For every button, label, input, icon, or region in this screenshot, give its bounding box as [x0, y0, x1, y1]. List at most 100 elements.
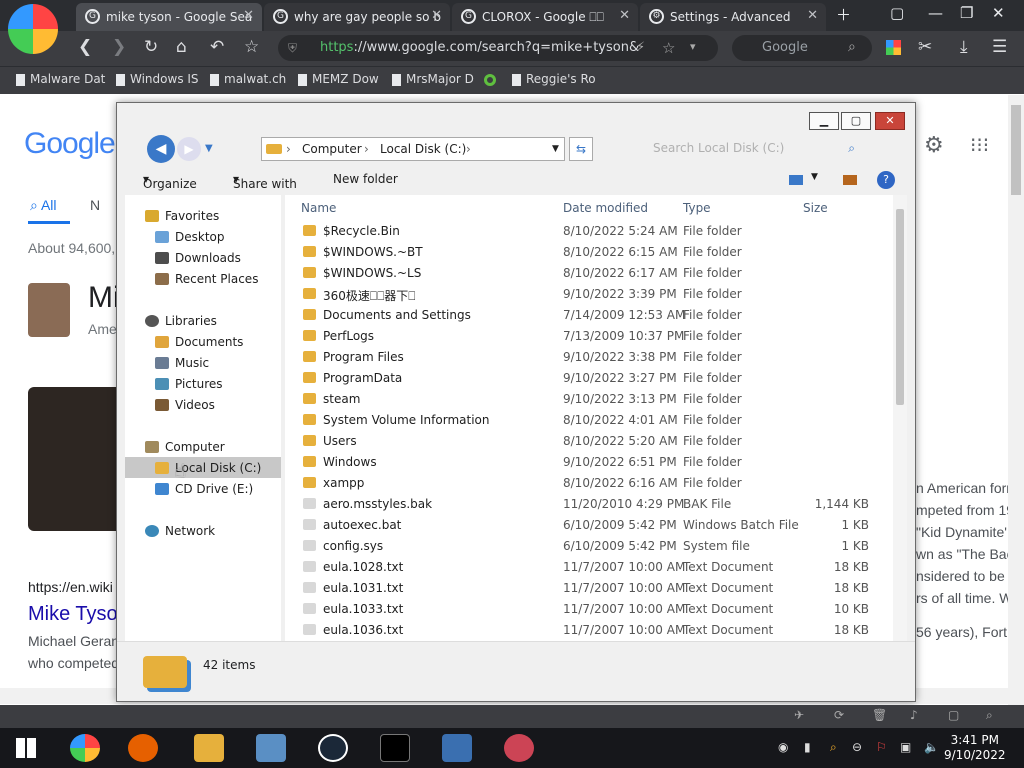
scroll-thumb[interactable]	[1011, 105, 1021, 195]
file-row[interactable]: System Volume Information 8/10/2022 4:01 …	[285, 410, 885, 431]
forward-icon[interactable]: ❯	[112, 37, 126, 57]
undo-icon[interactable]: ↶	[210, 37, 224, 57]
address-dropdown-icon[interactable]: ▼	[552, 138, 559, 160]
file-row[interactable]: 360极速⎕⎕器下⎕ 9/10/2022 3:39 PM File folder	[285, 284, 885, 305]
nav-cd-drive[interactable]: CD Drive (E:)	[155, 482, 253, 496]
nav-desktop[interactable]: Desktop	[155, 230, 225, 244]
file-row[interactable]: xampp 8/10/2022 6:16 AM File folder	[285, 473, 885, 494]
view-dropdown-icon[interactable]: ▼	[811, 172, 818, 182]
result-link[interactable]: Mike Tyso	[28, 603, 118, 626]
minimize-button[interactable]: ▁	[809, 112, 839, 130]
flight-icon[interactable]: ✈	[794, 708, 804, 722]
file-row[interactable]: ProgramData 9/10/2022 3:27 PM File folder	[285, 368, 885, 389]
tray-window-icon[interactable]: ▮	[804, 740, 811, 754]
refresh-icon[interactable]: ⇆	[569, 137, 593, 161]
address-breadcrumb[interactable]: › Computer › Local Disk (C:) › ▼	[261, 137, 565, 161]
share-with-menu[interactable]: Share with ▾	[233, 172, 297, 191]
dropdown-chevron-icon[interactable]: ▾	[690, 40, 696, 53]
close-button[interactable]: ✕	[875, 112, 905, 130]
window-icon[interactable]: ▢	[948, 708, 959, 722]
search-input[interactable]: Search Local Disk (C:) ⌕	[645, 137, 885, 161]
close-tab-icon[interactable]: ✕	[243, 8, 254, 23]
search-icon[interactable]: ⌕	[848, 137, 855, 159]
bookmark-item[interactable]: Malware Dat	[16, 72, 105, 86]
file-row[interactable]: PerfLogs 7/13/2009 10:37 PM File folder	[285, 326, 885, 347]
breadcrumb-local-disk[interactable]: Local Disk (C:)	[380, 138, 466, 160]
monitor-app-icon[interactable]	[256, 734, 286, 762]
tray-minus-icon[interactable]: ⊖	[852, 740, 862, 754]
back-icon[interactable]: ❮	[78, 37, 92, 57]
bookmark-circle-icon[interactable]	[484, 74, 496, 86]
nav-network[interactable]: Network	[145, 524, 215, 538]
file-row[interactable]: $WINDOWS.~LS 8/10/2022 6:17 AM File folder	[285, 263, 885, 284]
file-explorer-icon[interactable]	[194, 734, 224, 762]
preview-pane-icon[interactable]	[843, 175, 857, 185]
bookmark-item[interactable]: Windows IS	[116, 72, 199, 86]
minimize-icon[interactable]: —	[928, 4, 943, 22]
avatar[interactable]	[28, 283, 70, 337]
notepad-icon[interactable]	[442, 734, 472, 762]
file-row[interactable]: eula.1036.txt 11/7/2007 10:00 AM Text Docu…	[285, 620, 885, 641]
bookmark-item[interactable]: malwat.ch	[210, 72, 286, 86]
back-arrow-icon[interactable]: ◀	[147, 135, 175, 163]
tab-why[interactable]: Gwhy are gay people so b ✕	[264, 3, 450, 31]
cut-icon[interactable]: ✂	[918, 37, 932, 57]
shield-icon[interactable]: ⛨	[288, 41, 297, 56]
column-name[interactable]: Name	[301, 201, 336, 215]
google-logo[interactable]: Google	[24, 127, 116, 161]
file-row[interactable]: Windows 9/10/2022 6:51 PM File folder	[285, 452, 885, 473]
magnifier-icon[interactable]: ⌕	[848, 39, 856, 55]
nav-pictures[interactable]: Pictures	[155, 377, 223, 391]
pin-icon[interactable]: ▢	[890, 4, 904, 22]
page-scrollbar[interactable]	[1008, 95, 1024, 705]
browser-logo-icon[interactable]	[8, 4, 58, 54]
nav-videos[interactable]: Videos	[155, 398, 215, 412]
file-row[interactable]: aero.msstyles.bak 11/20/2010 4:29 PM BAK F…	[285, 494, 885, 515]
bolt-icon[interactable]: ⚡	[636, 40, 645, 55]
settings-gear-icon[interactable]: ⚙	[924, 133, 944, 158]
tab-clorox[interactable]: G CLOROX - Google ⎕⎕ ✕	[452, 3, 638, 31]
home-icon[interactable]: ⌂	[176, 37, 187, 57]
reload-icon[interactable]: ↻	[144, 37, 158, 57]
menu-icon[interactable]: ☰	[992, 37, 1007, 57]
breadcrumb-computer[interactable]: Computer	[302, 138, 362, 160]
nav-documents[interactable]: Documents	[155, 335, 243, 349]
nav-music[interactable]: Music	[155, 356, 209, 370]
new-folder-button[interactable]: New folder	[333, 172, 398, 186]
close-tab-icon[interactable]: ✕	[807, 8, 818, 23]
help-icon[interactable]: ?	[877, 171, 895, 189]
entity-photo[interactable]	[28, 387, 116, 531]
bookmark-item[interactable]: Reggie's Ro	[512, 72, 596, 86]
restore-icon[interactable]: ❐	[960, 4, 973, 22]
file-row[interactable]: eula.1028.txt 11/7/2007 10:00 AM Text Docu…	[285, 557, 885, 578]
steam-tray-icon[interactable]: ◉	[778, 740, 788, 754]
view-options-icon[interactable]	[789, 175, 803, 185]
tab-all[interactable]: ⌕ All	[30, 197, 57, 214]
snipping-tool-icon[interactable]	[504, 734, 534, 762]
browser-taskbar-icon[interactable]	[70, 734, 100, 762]
file-list-scrollbar[interactable]	[893, 195, 907, 641]
nav-recent-places[interactable]: Recent Places	[155, 272, 258, 286]
file-row[interactable]: $Recycle.Bin 8/10/2022 5:24 AM File folder	[285, 221, 885, 242]
close-tab-icon[interactable]: ✕	[619, 8, 630, 23]
tab-news[interactable]: N	[90, 197, 100, 213]
firefox-icon[interactable]	[128, 734, 158, 762]
download-icon[interactable]: ⤓	[960, 37, 968, 57]
column-date-modified[interactable]: Date modified	[563, 201, 648, 215]
close-icon[interactable]: ✕	[992, 4, 1005, 22]
start-icon[interactable]	[16, 738, 36, 758]
nav-computer[interactable]: Computer	[145, 440, 225, 454]
file-row[interactable]: Documents and Settings 7/14/2009 12:53 AM…	[285, 305, 885, 326]
system-clock[interactable]: 3:41 PM 9/10/2022	[944, 733, 1006, 763]
tab-mike-tyson[interactable]: Gmike tyson - Google Sea ✕	[76, 3, 262, 31]
apps-grid-icon[interactable]	[886, 40, 901, 55]
nav-local-disk[interactable]: Local Disk (C:)	[155, 461, 261, 475]
file-row[interactable]: autoexec.bat 6/10/2009 5:42 PM Windows Bat…	[285, 515, 885, 536]
file-row[interactable]: config.sys 6/10/2009 5:42 PM System file 1 …	[285, 536, 885, 557]
nav-favorites[interactable]: Favorites	[145, 209, 219, 223]
tray-flag-icon[interactable]: ⚐	[876, 740, 887, 754]
scroll-thumb[interactable]	[896, 209, 904, 405]
sync-icon[interactable]: ⟳	[834, 708, 844, 722]
file-row[interactable]: steam 9/10/2022 3:13 PM File folder	[285, 389, 885, 410]
file-row[interactable]: $WINDOWS.~BT 8/10/2022 6:15 AM File folder	[285, 242, 885, 263]
